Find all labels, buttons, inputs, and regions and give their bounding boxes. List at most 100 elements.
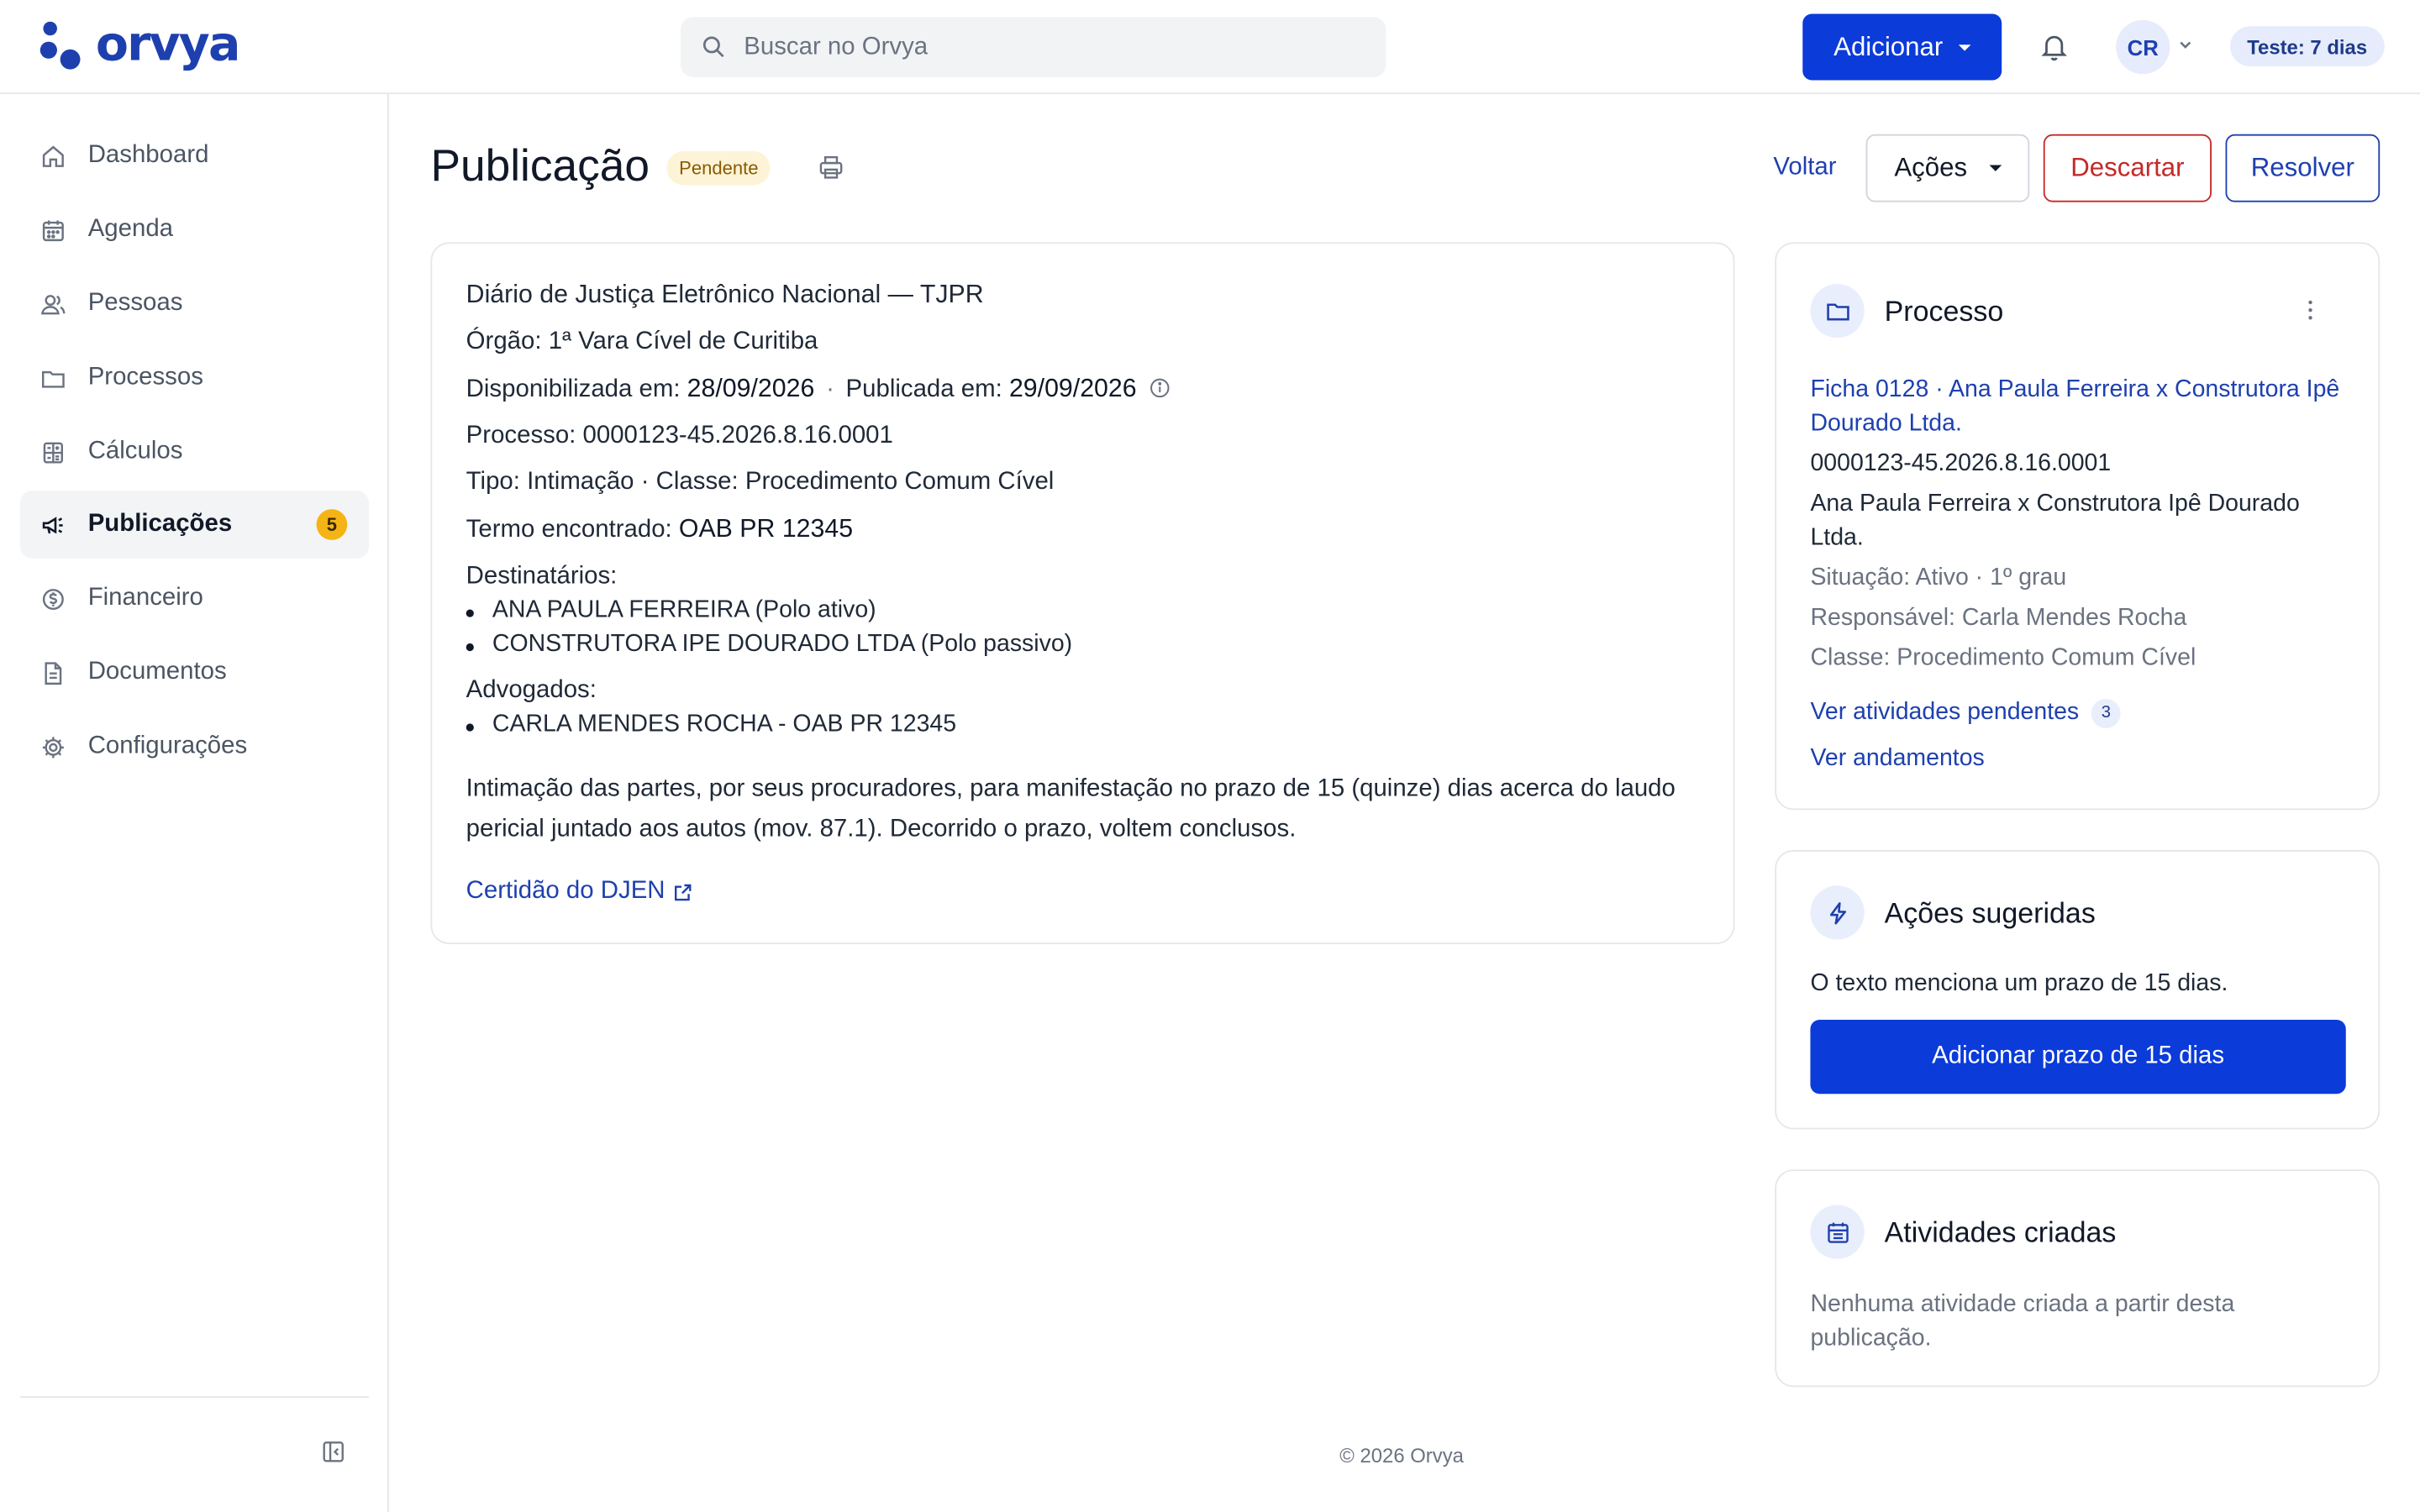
acoes-card-title: Ações sugeridas: [1884, 895, 2096, 928]
calendar-icon: [1810, 1205, 1865, 1259]
classe-label: Classe:: [655, 469, 739, 496]
sidebar-item-label: Dashboard: [87, 141, 209, 169]
tipo-value: Intimação: [527, 469, 634, 496]
publicacoes-count-badge: 5: [316, 509, 348, 540]
atividades-criadas-card: Atividades criadas Nenhuma atividade cri…: [1775, 1169, 2381, 1388]
back-link[interactable]: Voltar: [1773, 155, 1836, 182]
sidebar-item-label: Pessoas: [87, 290, 183, 317]
add-deadline-button[interactable]: Adicionar prazo de 15 dias: [1810, 1020, 2346, 1095]
tipo-label: Tipo:: [466, 469, 520, 496]
sidebar-item-label: Financeiro: [87, 585, 203, 612]
publication-text: Intimação das partes, por seus procurado…: [466, 775, 1676, 843]
logo-text: orvya: [95, 17, 241, 73]
processo-label: Processo:: [466, 423, 576, 449]
sidebar-item-label: Agenda: [87, 216, 174, 243]
actions-button-label: Ações: [1894, 152, 1968, 182]
lightning-icon: [1810, 885, 1865, 940]
processo-ficha-link[interactable]: Ficha 0128 · Ana Paula Ferreira x Constr…: [1810, 373, 2358, 441]
actions-dropdown-button[interactable]: Ações: [1865, 134, 2030, 202]
info-icon[interactable]: [1150, 378, 1170, 398]
processo-card: Processo Ficha 0128 · Ana Paula Ferreira…: [1775, 242, 2381, 811]
list-item: CONSTRUTORA IPE DOURADO LTDA (Polo passi…: [466, 631, 1073, 659]
add-button[interactable]: Adicionar: [1802, 13, 2002, 81]
classe-value: Procedimento Comum Cível: [744, 469, 1055, 496]
sidebar-item-financeiro[interactable]: Financeiro: [20, 564, 369, 633]
processo-value: 0000123-45.2026.8.16.0001: [582, 423, 893, 449]
processo-card-title: Processo: [1884, 293, 2004, 327]
trial-badge[interactable]: Teste: 7 dias: [2230, 26, 2385, 66]
tipo-separator: ·: [640, 469, 650, 496]
avatar[interactable]: CR: [2116, 19, 2170, 75]
destinatario-text: CONSTRUTORA IPE DOURADO LTDA (Polo passi…: [492, 631, 1073, 658]
more-options-icon[interactable]: [2307, 299, 2313, 321]
advogado-text: CARLA MENDES ROCHA - OAB PR 12345: [492, 711, 957, 738]
publication-card: Diário de Justiça Eletrônico Nacional — …: [430, 242, 1735, 945]
sidebar-item-agenda[interactable]: Agenda: [20, 196, 369, 264]
sidebar-item-dashboard[interactable]: Dashboard: [20, 122, 369, 190]
processo-parties: Ana Paula Ferreira x Construtora Ipê Dou…: [1810, 491, 2300, 551]
sidebar-item-configuracoes[interactable]: Configurações: [20, 713, 369, 781]
atividades-count-badge: 3: [2091, 698, 2121, 728]
sidebar-item-label: Configurações: [87, 732, 248, 759]
folder-icon: [1810, 283, 1865, 339]
sidebar: Dashboard Agenda Pessoas Processos Cálcu…: [0, 94, 389, 1512]
publicada-value: 29/09/2026: [1008, 375, 1137, 403]
sidebar-item-publicacoes[interactable]: Publicações 5: [19, 491, 369, 559]
ver-andamentos-link[interactable]: Ver andamentos: [1810, 742, 2358, 775]
megaphone-icon: [42, 516, 63, 533]
dates-separator: ·: [826, 376, 834, 403]
sidebar-item-pessoas[interactable]: Pessoas: [20, 270, 369, 338]
discard-button[interactable]: Descartar: [2043, 134, 2212, 202]
document-icon: [45, 661, 62, 685]
external-link-icon: [674, 883, 692, 900]
destinatario-text: ANA PAULA FERREIRA (Polo ativo): [492, 596, 876, 624]
orvya-logo[interactable]: orvya: [39, 17, 241, 73]
calculator-icon: [43, 441, 63, 463]
disponibilizada-label: Disponibilizada em:: [466, 376, 681, 403]
orgao-label: Órgão:: [466, 328, 542, 355]
top-bar: orvya Adicionar CR Teste: 7 dias: [0, 0, 2420, 95]
termo-row: Termo encontrado: OAB PR 12345: [466, 515, 853, 544]
atividades-card-header: Atividades criadas: [1810, 1205, 2117, 1259]
termo-label: Termo encontrado:: [466, 517, 672, 543]
page-title: Publicação: [430, 141, 650, 192]
gear-icon: [42, 736, 64, 758]
list-item: CARLA MENDES ROCHA - OAB PR 12345: [466, 711, 956, 739]
ver-atividades-link[interactable]: Ver atividades pendentes 3: [1810, 696, 2358, 729]
print-icon[interactable]: [818, 155, 844, 181]
sidebar-item-label: Publicações: [87, 510, 233, 538]
home-icon: [42, 144, 64, 166]
sidebar-item-calculos[interactable]: Cálculos: [20, 418, 369, 486]
search-bar[interactable]: [680, 17, 1386, 77]
sidebar-item-processos[interactable]: Processos: [20, 344, 369, 412]
certidao-link[interactable]: Certidão do DJEN: [466, 878, 693, 906]
orgao-value: 1ª Vara Cível de Curitiba: [548, 328, 818, 355]
journal-name: Diário de Justiça Eletrônico Nacional — …: [466, 281, 984, 309]
bell-icon[interactable]: [2040, 31, 2068, 62]
caret-down-icon: [1958, 44, 1971, 50]
processo-row: Processo: 0000123-45.2026.8.16.0001: [466, 423, 893, 450]
add-button-label: Adicionar: [1833, 31, 1944, 61]
footer-copyright: © 2026 Orvya: [1339, 1444, 1464, 1467]
processo-situacao: Situação: Ativo · 1º grau: [1810, 564, 2067, 591]
acoes-card-text: O texto menciona um prazo de 15 dias.: [1810, 970, 2228, 997]
chevron-down-icon[interactable]: [2178, 37, 2193, 52]
certidao-link-label: Certidão do DJEN: [466, 878, 666, 905]
processo-responsavel: Responsável: Carla Mendes Rocha: [1810, 604, 2187, 632]
search-input[interactable]: [744, 33, 1331, 61]
sidebar-item-documentos[interactable]: Documentos: [20, 638, 369, 706]
publicada-label: Publicada em:: [845, 376, 1002, 403]
logo-dots-icon: [39, 18, 87, 71]
people-icon: [40, 294, 66, 314]
status-badge: Pendente: [666, 150, 771, 186]
dates-row: Disponibilizada em: 28/09/2026 · Publica…: [466, 375, 1170, 404]
acoes-card-header: Ações sugeridas: [1810, 885, 2096, 940]
resolve-button[interactable]: Resolver: [2225, 134, 2381, 202]
list-item: ANA PAULA FERREIRA (Polo ativo): [466, 597, 876, 625]
processo-classe: Classe: Procedimento Comum Cível: [1810, 644, 2196, 671]
sidebar-item-label: Documentos: [87, 659, 227, 685]
dollar-icon: [42, 588, 64, 610]
sidebar-item-label: Cálculos: [87, 438, 183, 465]
collapse-sidebar-icon[interactable]: [321, 1440, 345, 1464]
atividades-card-title: Atividades criadas: [1884, 1215, 2117, 1247]
